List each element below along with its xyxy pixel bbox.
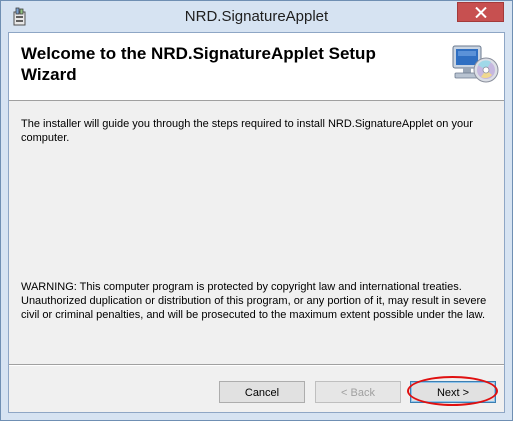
button-separator <box>9 364 504 366</box>
title-bar[interactable]: NRD.SignatureApplet <box>1 1 512 33</box>
close-icon <box>475 7 487 18</box>
wizard-client-area: Welcome to the NRD.SignatureApplet Setup… <box>8 32 505 413</box>
computer-cd-icon <box>451 43 499 87</box>
copyright-warning: WARNING: This computer program is protec… <box>21 281 487 321</box>
close-button[interactable] <box>457 2 504 22</box>
back-button[interactable]: < Back <box>315 381 401 403</box>
cancel-button[interactable]: Cancel <box>219 381 305 403</box>
next-button[interactable]: Next > <box>410 381 496 403</box>
window-title: NRD.SignatureApplet <box>184 8 329 25</box>
setup-window: NRD.SignatureApplet Welcome to the NRD.S… <box>0 0 513 421</box>
wizard-heading: Welcome to the NRD.SignatureApplet Setup… <box>21 44 376 84</box>
intro-text: The installer will guide you through the… <box>21 118 473 144</box>
wizard-banner: Welcome to the NRD.SignatureApplet Setup… <box>9 33 504 101</box>
